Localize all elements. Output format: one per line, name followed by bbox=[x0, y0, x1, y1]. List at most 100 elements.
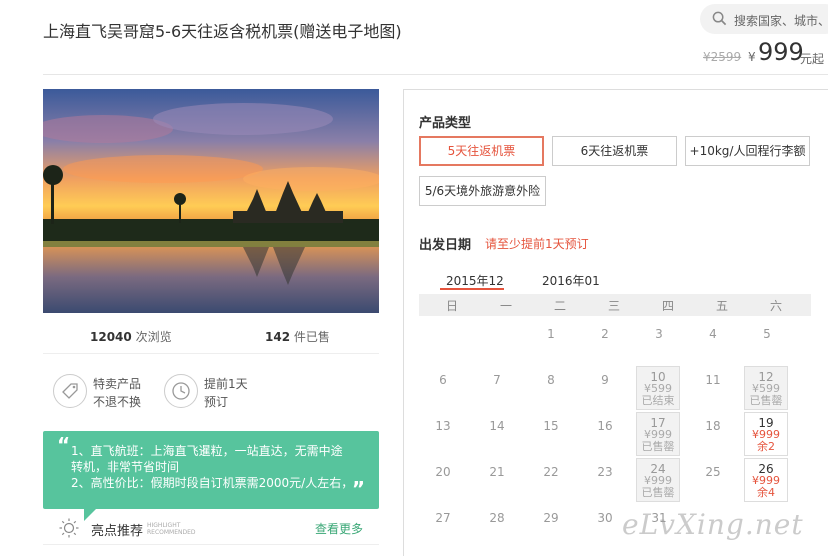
day-number: 16 bbox=[597, 419, 613, 433]
weekday-label: 一 bbox=[499, 299, 512, 313]
calendar-day[interactable]: 26 ¥999 余4 bbox=[744, 458, 788, 502]
feature-advance-booking: 提前1天 预订 bbox=[164, 372, 274, 412]
search-placeholder: 搜索国家、城市、 bbox=[734, 14, 828, 28]
day-number: 18 bbox=[705, 419, 721, 433]
calendar-day: 5 bbox=[745, 324, 789, 368]
price-block: ¥2599 ¥ 999 元起 bbox=[698, 38, 828, 66]
search-box[interactable]: 搜索国家、城市、 bbox=[700, 4, 828, 34]
feature-desc: 不退不换 bbox=[93, 395, 142, 409]
active-month-indicator bbox=[440, 288, 504, 290]
product-type-label: 产品类型 bbox=[419, 116, 472, 131]
quote-open-icon: “ bbox=[57, 433, 71, 457]
day-number: 13 bbox=[435, 419, 451, 433]
calendar-day: 17 ¥999 已售罄 bbox=[636, 412, 680, 456]
day-number: 27 bbox=[435, 511, 451, 525]
day-number: 25 bbox=[705, 465, 721, 479]
divider bbox=[43, 544, 379, 545]
feature-desc: 预订 bbox=[204, 395, 229, 409]
highlight-line: 2、高性价比：假期时段自订机票需2000元/人左右， bbox=[71, 476, 354, 490]
stats-row: 12040 次浏览 142 件已售 bbox=[43, 326, 379, 346]
day-number: 26 bbox=[758, 462, 774, 476]
day-number: 29 bbox=[543, 511, 559, 525]
day-number: 3 bbox=[655, 327, 663, 341]
day-number: 8 bbox=[547, 373, 555, 387]
day-status: 已结束 bbox=[641, 394, 675, 407]
day-number: 24 bbox=[650, 462, 666, 476]
weekday-label: 四 bbox=[661, 299, 674, 313]
option-6day-flight[interactable]: 6天往返机票 bbox=[552, 136, 677, 166]
day-number: 4 bbox=[709, 327, 717, 341]
weekday-label: 五 bbox=[715, 299, 728, 313]
calendar-day[interactable]: 19 ¥999 余2 bbox=[744, 412, 788, 456]
highlight-title: 亮点推荐 bbox=[91, 524, 144, 539]
option-travel-insurance[interactable]: 5/6天境外旅游意外险 bbox=[419, 176, 546, 206]
day-number: 9 bbox=[601, 373, 609, 387]
day-number: 2 bbox=[601, 327, 609, 341]
day-number: 7 bbox=[493, 373, 501, 387]
calendar-day: 11 bbox=[691, 370, 735, 414]
highlight-line: 转机，非常节省时间 bbox=[71, 460, 180, 474]
day-number: 19 bbox=[758, 416, 774, 430]
weekday-header: 日 一 二 三 四 五 六 bbox=[419, 294, 811, 316]
price-unit: 元起 bbox=[800, 52, 825, 66]
watermark: eLvXing.net bbox=[622, 508, 804, 541]
day-number: 1 bbox=[547, 327, 555, 341]
feature-label: 提前1天 bbox=[204, 377, 248, 391]
day-number: 6 bbox=[439, 373, 447, 387]
sun-icon bbox=[59, 518, 79, 538]
angkor-sunset-image bbox=[43, 89, 379, 313]
calendar-day: 2 bbox=[583, 324, 627, 368]
current-price: 999 bbox=[758, 38, 804, 66]
view-more-link[interactable]: 查看更多 bbox=[315, 520, 363, 537]
calendar-day: 27 bbox=[421, 508, 465, 552]
month-tab-2016-01[interactable]: 2016年01 bbox=[542, 272, 600, 289]
weekday-label: 二 bbox=[553, 299, 566, 313]
day-status: 余2 bbox=[757, 440, 775, 453]
sold-stat: 142 件已售 bbox=[265, 330, 330, 344]
day-number: 22 bbox=[543, 465, 559, 479]
month-tab-2015-12[interactable]: 2015年12 bbox=[446, 272, 504, 289]
product-photo[interactable] bbox=[43, 89, 379, 313]
calendar-day: 25 bbox=[691, 462, 735, 506]
tag-icon bbox=[53, 374, 87, 408]
departure-date-label: 出发日期 bbox=[419, 238, 472, 253]
calendar-day: 16 bbox=[583, 416, 627, 460]
day-number: 14 bbox=[489, 419, 505, 433]
page-title: 上海直飞吴哥窟5-6天往返含税机票(赠送电子地图) bbox=[43, 22, 402, 41]
calendar-day: 28 bbox=[475, 508, 519, 552]
views-stat: 12040 次浏览 bbox=[90, 330, 172, 344]
calendar-day: 20 bbox=[421, 462, 465, 506]
search-icon bbox=[712, 11, 727, 26]
calendar-day: 10 ¥599 已结束 bbox=[636, 366, 680, 410]
calendar-day: 6 bbox=[421, 370, 465, 414]
weekday-label: 三 bbox=[607, 299, 620, 313]
calendar-day: 3 bbox=[637, 324, 681, 368]
day-number: 28 bbox=[489, 511, 505, 525]
day-number: 5 bbox=[763, 327, 771, 341]
calendar-day: 8 bbox=[529, 370, 573, 414]
calendar-day: 23 bbox=[583, 462, 627, 506]
original-price: ¥2599 bbox=[703, 50, 742, 64]
currency-symbol: ¥ bbox=[748, 50, 756, 64]
day-number: 12 bbox=[758, 370, 774, 384]
day-number: 23 bbox=[597, 465, 613, 479]
highlight-line: 1、直飞航班：上海直飞暹粒，一站直达，无需中途 bbox=[71, 444, 343, 458]
day-status: 已售罄 bbox=[641, 440, 675, 453]
highlight-footer: 亮点推荐 HIGHLIGHT RECOMMENDED 查看更多 bbox=[43, 515, 379, 541]
day-status: 已售罄 bbox=[641, 486, 675, 499]
weekday-label: 日 bbox=[445, 299, 458, 313]
option-5day-flight[interactable]: 5天往返机票 bbox=[419, 136, 544, 166]
day-status: 已售罄 bbox=[749, 394, 783, 407]
day-number: 30 bbox=[597, 511, 613, 525]
calendar-day: 7 bbox=[475, 370, 519, 414]
day-number: 17 bbox=[650, 416, 666, 430]
day-number: 10 bbox=[650, 370, 666, 384]
calendar-day: 1 bbox=[529, 324, 573, 368]
calendar-day: 9 bbox=[583, 370, 627, 414]
day-number: 15 bbox=[543, 419, 559, 433]
feature-label: 特卖产品 bbox=[93, 377, 142, 391]
calendar-day: 14 bbox=[475, 416, 519, 460]
option-extra-baggage[interactable]: +10kg/人回程行李额 bbox=[685, 136, 810, 166]
feature-special-offer: 特卖产品 不退不换 bbox=[53, 372, 163, 412]
calendar-day: 13 bbox=[421, 416, 465, 460]
